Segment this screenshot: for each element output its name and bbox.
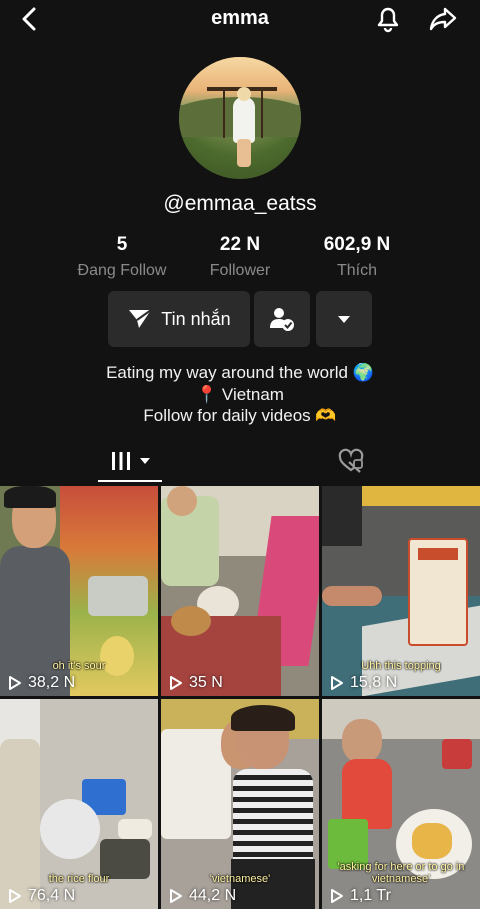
play-icon xyxy=(170,676,182,690)
play-icon xyxy=(331,676,343,690)
stat-label: Thích xyxy=(336,262,377,279)
profile-handle: @emmaa_eatss xyxy=(163,192,317,215)
view-count: 15,8 N xyxy=(330,674,397,692)
stat-label: Follower xyxy=(209,262,271,279)
play-icon xyxy=(170,889,182,903)
stat-followers[interactable]: 22 N Follower xyxy=(180,234,300,280)
heart-hidden-icon xyxy=(338,448,364,473)
video-grid: oh it's sour 38,2 N 35 N Uhh this toppin… xyxy=(0,486,480,909)
grid-icon xyxy=(112,452,130,470)
video-caption: 'vietnamese' xyxy=(209,873,271,885)
video-thumbnail[interactable]: 'asking for here or to go in vietnamese'… xyxy=(322,699,480,909)
view-count-value: 15,8 N xyxy=(350,674,398,691)
video-caption: oh it's sour xyxy=(52,660,106,672)
message-button-label: Tin nhắn xyxy=(161,308,231,329)
following-button[interactable] xyxy=(254,291,310,347)
user-check-icon xyxy=(270,308,294,331)
video-thumbnail[interactable]: oh it's sour 38,2 N xyxy=(0,486,158,696)
avatar[interactable] xyxy=(179,57,301,179)
profile-bio: Eating my way around the world 🌍 📍 Vietn… xyxy=(0,362,480,427)
stat-label: Đang Follow xyxy=(77,262,167,279)
content-tabs xyxy=(0,438,480,484)
video-caption: the rice flour xyxy=(48,873,110,885)
play-icon xyxy=(9,676,21,690)
top-bar: emma xyxy=(0,0,480,40)
view-count-value: 38,2 N xyxy=(28,674,76,691)
send-icon xyxy=(129,309,152,328)
more-options-button[interactable] xyxy=(316,291,372,347)
profile-actions: Tin nhắn xyxy=(0,291,480,347)
bio-line: Follow for daily videos 🫶 xyxy=(143,406,337,425)
stat-value: 602,9 N xyxy=(323,234,391,255)
view-count: 35 N xyxy=(169,674,223,692)
stat-likes[interactable]: 602,9 N Thích xyxy=(297,234,417,280)
view-count-value: 76,4 N xyxy=(28,887,76,904)
message-button[interactable]: Tin nhắn xyxy=(108,291,250,347)
share-icon[interactable] xyxy=(426,3,460,35)
tab-liked[interactable] xyxy=(337,448,365,474)
stat-following[interactable]: 5 Đang Follow xyxy=(62,234,182,280)
bio-line: 📍 Vietnam xyxy=(196,384,284,404)
video-caption: 'asking for here or to go in vietnamese' xyxy=(337,861,465,885)
video-thumbnail[interactable]: 'vietnamese' 44,2 N xyxy=(161,699,319,909)
stat-value: 5 xyxy=(116,234,128,255)
video-thumbnail[interactable]: Uhh this topping 15,8 N xyxy=(322,486,480,696)
video-thumbnail[interactable]: the rice flour 76,4 N xyxy=(0,699,158,909)
play-icon xyxy=(9,889,21,903)
view-count: 1,1 Tr xyxy=(330,887,391,905)
play-icon xyxy=(331,889,343,903)
tab-videos[interactable] xyxy=(110,448,154,474)
view-count-value: 1,1 Tr xyxy=(350,887,391,904)
view-count-value: 35 N xyxy=(189,674,223,691)
profile-title: emma xyxy=(211,7,269,29)
caret-down-icon xyxy=(140,458,150,464)
video-thumbnail[interactable]: 35 N xyxy=(161,486,319,696)
view-count-value: 44,2 N xyxy=(189,887,237,904)
view-count: 44,2 N xyxy=(169,887,236,905)
stat-value: 22 N xyxy=(219,234,261,255)
caret-down-icon xyxy=(338,316,350,323)
view-count: 38,2 N xyxy=(8,674,75,692)
bell-icon[interactable] xyxy=(372,3,404,35)
profile-stats: 5 Đang Follow 22 N Follower 602,9 N Thíc… xyxy=(0,234,480,284)
view-count: 76,4 N xyxy=(8,887,75,905)
bio-line: Eating my way around the world 🌍 xyxy=(106,363,374,382)
video-caption: Uhh this topping xyxy=(361,660,441,672)
active-tab-indicator xyxy=(98,480,162,482)
